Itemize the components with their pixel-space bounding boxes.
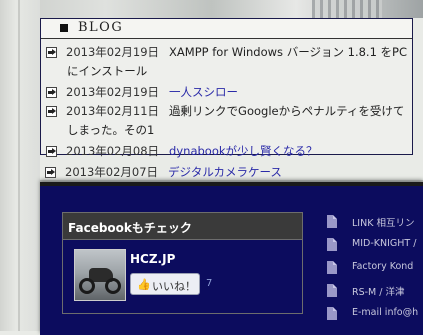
blog-entry[interactable]: 2013年02月11日 過剰リンクでGoogleからペナルティを受けて bbox=[46, 103, 404, 119]
thumbs-up-icon: 👍 bbox=[137, 278, 151, 291]
document-icon bbox=[327, 215, 337, 228]
arrow-right-icon bbox=[45, 167, 56, 178]
blog-panel: BLOG 2013年02月19日 XAMPP for Windows バージョン … bbox=[40, 18, 413, 158]
facebook-widget-title: Facebookもチェック bbox=[68, 221, 192, 235]
document-icon bbox=[327, 238, 337, 251]
blog-header: BLOG bbox=[41, 19, 412, 39]
arrow-right-icon bbox=[46, 47, 57, 58]
entry-title[interactable]: 過剰リンクでGoogleからペナルティを受けて bbox=[169, 104, 404, 118]
blog-entry[interactable]: 2013年02月08日 dynabookが少し賢くなる？ bbox=[46, 143, 318, 159]
arrow-right-icon bbox=[46, 87, 57, 98]
footer-link-label: Factory Kond bbox=[352, 261, 414, 272]
facebook-page-name[interactable]: HCZ.JP bbox=[130, 252, 175, 266]
footer-link-label: MID-KNIGHT / bbox=[352, 238, 417, 249]
arrow-right-icon bbox=[46, 106, 57, 117]
entry-link[interactable]: dynabookが少し賢くなる？ bbox=[169, 144, 317, 158]
entry-date: 2013年02月08日 bbox=[66, 144, 160, 158]
footer-link[interactable]: RS-M / 洋津 bbox=[322, 282, 423, 299]
entry-date: 2013年02月11日 bbox=[66, 104, 160, 118]
left-stripe bbox=[18, 0, 20, 331]
like-count: 7 bbox=[206, 278, 213, 289]
arrow-right-icon bbox=[46, 146, 57, 157]
document-icon bbox=[327, 261, 337, 274]
blog-entry[interactable]: 2013年02月07日 デジタルカメラケース bbox=[45, 164, 282, 180]
entry-date: 2013年02月19日 bbox=[66, 45, 160, 59]
like-button-label: いいね！ bbox=[152, 280, 196, 293]
footer-link-label: E-mail info@h bbox=[352, 307, 419, 318]
facebook-widget-body: HCZ.JP 👍 いいね！ 7 bbox=[66, 242, 299, 309]
entry-date: 2013年02月19日 bbox=[66, 85, 160, 99]
footer-link[interactable]: MID-KNIGHT / bbox=[322, 236, 423, 253]
blog-title: BLOG bbox=[78, 20, 124, 35]
facebook-widget-header: Facebookもチェック bbox=[63, 213, 302, 240]
header-photo-strip bbox=[0, 0, 423, 18]
blog-entry[interactable]: 2013年02月19日 一人スシロー bbox=[46, 84, 238, 100]
document-icon bbox=[327, 307, 337, 320]
left-decorative-column bbox=[0, 0, 40, 331]
entry-title[interactable]: XAMPP for Windows バージョン 1.8.1 をPC bbox=[169, 45, 407, 59]
entry-title-continued[interactable]: にインストール bbox=[67, 63, 147, 79]
wheel-icon bbox=[79, 278, 95, 294]
entry-link[interactable]: 一人スシロー bbox=[169, 85, 238, 99]
like-button[interactable]: 👍 いいね！ bbox=[130, 273, 200, 295]
footer-link-label: LINK 相互リン bbox=[352, 218, 415, 229]
blog-entry[interactable]: 2013年02月19日 XAMPP for Windows バージョン 1.8.1… bbox=[46, 44, 407, 60]
footer-link[interactable]: Factory Kond bbox=[322, 259, 423, 276]
entry-title-continued[interactable]: しまった。その1 bbox=[67, 122, 154, 138]
facebook-widget: Facebookもチェック HCZ.JP 👍 いいね！ 7 bbox=[62, 212, 303, 314]
header-photo-detail bbox=[312, 0, 382, 18]
footer-link[interactable]: E-mail info@h bbox=[322, 305, 423, 322]
page-avatar[interactable] bbox=[74, 249, 126, 301]
entry-date: 2013年02月07日 bbox=[65, 165, 159, 179]
entry-link[interactable]: デジタルカメラケース bbox=[168, 165, 282, 179]
document-icon bbox=[327, 284, 337, 297]
footer-link[interactable]: LINK 相互リン bbox=[322, 213, 423, 230]
blog-square-bullet-icon bbox=[60, 24, 68, 32]
footer-link-label: RS-M / 洋津 bbox=[352, 287, 405, 298]
wheel-icon bbox=[105, 278, 121, 294]
